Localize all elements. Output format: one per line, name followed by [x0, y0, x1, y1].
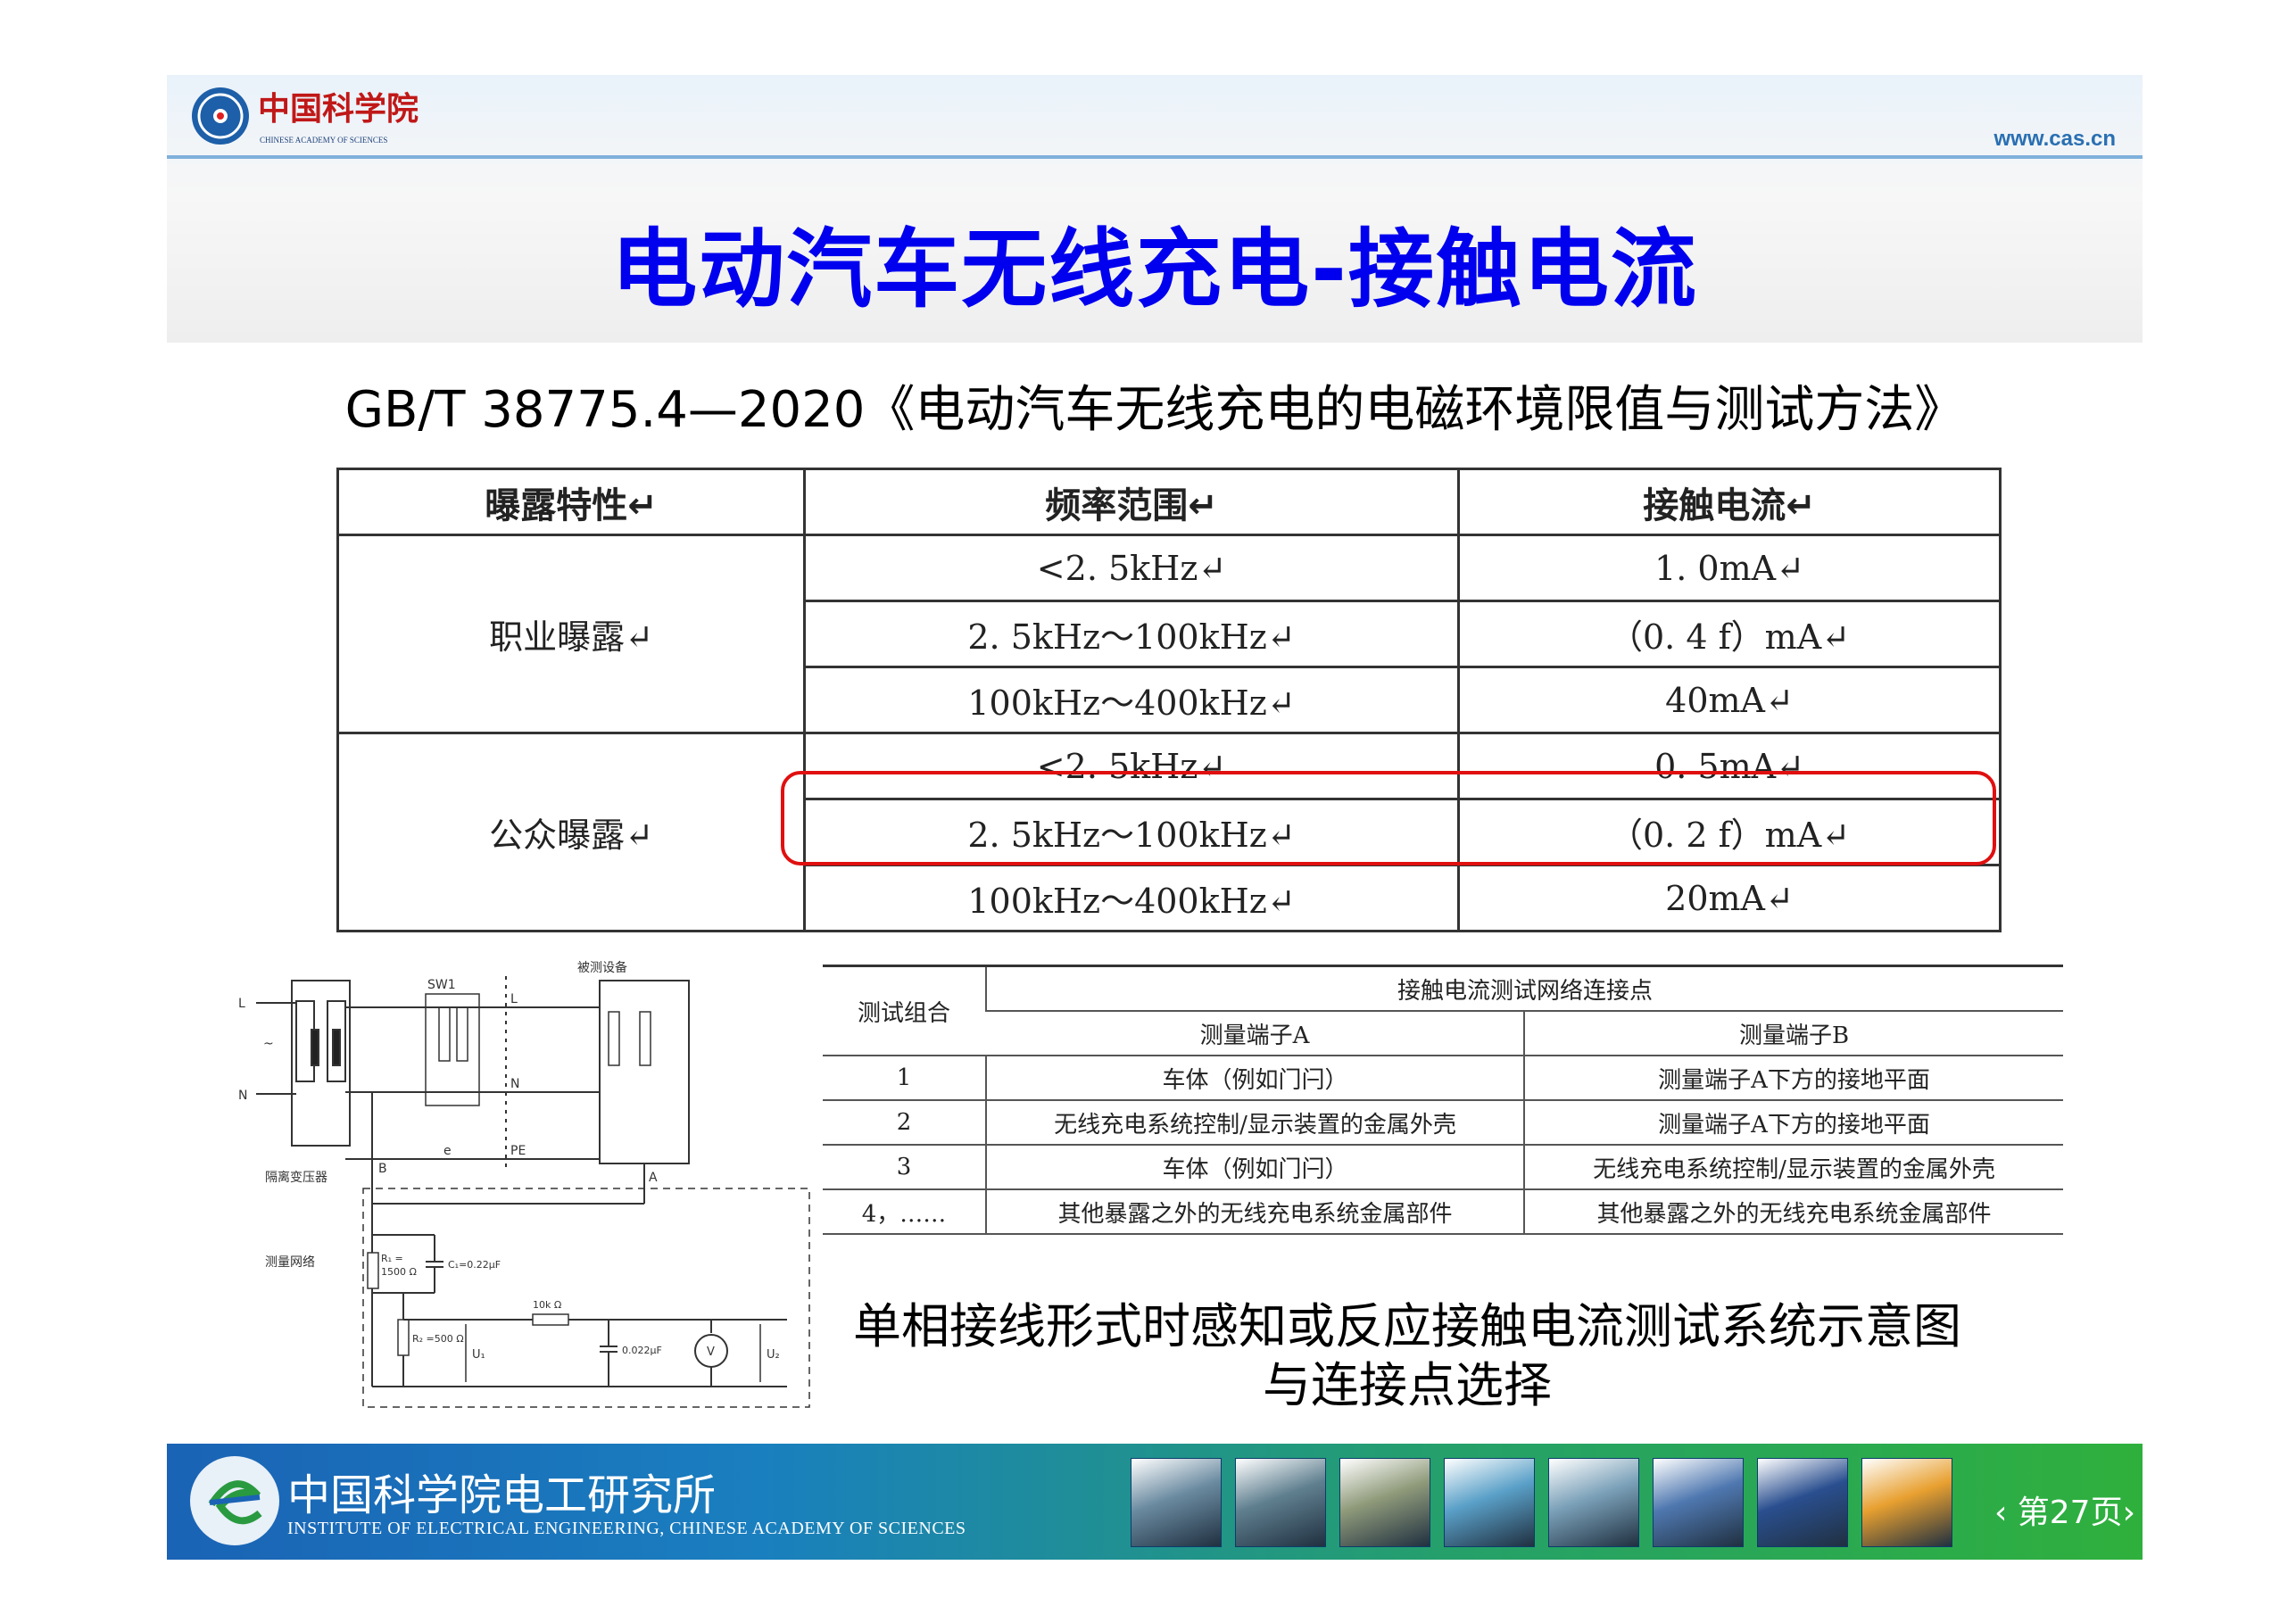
- freq-cell: 2. 5kHz～100kHz↵: [803, 600, 1460, 668]
- footer-photo-1: [1131, 1458, 1222, 1547]
- label-tilde: ~: [263, 1037, 274, 1051]
- cas-url: www.cas.cn: [1993, 127, 2117, 151]
- label-r1: R₁ =: [381, 1253, 403, 1264]
- col-header-exposure: 曝露特性↵: [336, 468, 806, 536]
- label-e: e: [443, 1144, 452, 1158]
- label-b: B: [378, 1162, 387, 1176]
- table-header-row: 测试组合 接触电流测试网络连接点: [823, 965, 2063, 1056]
- label-n: N: [510, 1077, 519, 1091]
- footer-band: 中国科学院电工研究所 INSTITUTE OF ELECTRICAL ENGIN…: [167, 1444, 2143, 1560]
- label-r1-value: 1500 Ω: [381, 1266, 417, 1278]
- cell-b: 其他暴露之外的无线充电系统金属部件: [1523, 1189, 2063, 1235]
- label-a: A: [649, 1171, 658, 1185]
- footer-photo-8: [1861, 1458, 1952, 1547]
- cell-a: 车体（例如门闩）: [985, 1145, 1524, 1190]
- figure-caption: 单相接线形式时感知或反应接触电流测试系统示意图 与连接点选择: [845, 1297, 1969, 1415]
- label-sw1: SW1: [427, 978, 456, 992]
- header-divider: [167, 155, 2143, 159]
- col-header-a: 测量端子A: [986, 1011, 1524, 1056]
- freq-cell: 100kHz～400kHz↵: [803, 864, 1460, 932]
- cell-a: 其他暴露之外的无线充电系统金属部件: [985, 1189, 1524, 1235]
- cell-b: 测量端子A下方的接地平面: [1523, 1056, 2063, 1101]
- label-pe: PE: [510, 1144, 526, 1158]
- cell-b: 无线充电系统控制/显示装置的金属外壳: [1523, 1145, 2063, 1190]
- footer-photo-7: [1757, 1458, 1848, 1547]
- freq-cell: 100kHz～400kHz↵: [803, 666, 1460, 734]
- table-row: 4，…… 其他暴露之外的无线充电系统金属部件 其他暴露之外的无线充电系统金属部件: [823, 1189, 2063, 1235]
- page-number: ‹ 第27页›: [1994, 1486, 2135, 1533]
- voltmeter-icon: V: [707, 1346, 715, 1359]
- slide-title: 电动汽车无线充电-接触电流: [611, 219, 1698, 319]
- footer-org-cn: 中国科学院电工研究所: [287, 1470, 717, 1520]
- label-u1: U₁: [472, 1348, 485, 1362]
- table-subheader-row: 测量端子A 测量端子B: [823, 1011, 2063, 1056]
- iee-logo-icon: [190, 1456, 279, 1545]
- caption-line-1: 单相接线形式时感知或反应接触电流测试系统示意图: [853, 1298, 1961, 1354]
- freq-cell: <2. 5kHz↵: [803, 534, 1460, 602]
- connection-points-table: 测试组合 接触电流测试网络连接点 测量端子A 测量端子B 1 车体（例如门闩） …: [823, 965, 2063, 1235]
- cell-id: 2: [823, 1100, 986, 1146]
- cell-id: 4，……: [823, 1189, 986, 1235]
- label-l-in: L: [238, 997, 245, 1011]
- footer-photo-5: [1548, 1458, 1639, 1547]
- cell-a: 无线充电系统控制/显示装置的金属外壳: [985, 1100, 1524, 1146]
- col-header-frequency: 频率范围↵: [803, 468, 1460, 536]
- footer-photo-3: [1339, 1458, 1430, 1547]
- label-c1: C₁=0.22μF: [448, 1259, 501, 1271]
- col-header-span: 接触电流测试网络连接点: [985, 965, 2063, 1012]
- footer-photo-6: [1653, 1458, 1744, 1547]
- current-cell: 20mA↵: [1457, 864, 2002, 932]
- highlight-box: [781, 771, 1996, 865]
- label-r2: R₂ =500 Ω: [412, 1333, 464, 1345]
- label-device: 被测设备: [577, 960, 627, 975]
- cell-id: 3: [823, 1145, 986, 1190]
- next-arrow-icon[interactable]: ›: [2123, 1495, 2135, 1531]
- col-header-current: 接触电流↵: [1457, 468, 2002, 536]
- page-label: 第27页: [2017, 1495, 2123, 1531]
- cas-logo: 中国科学院 CHINESE ACADEMY OF SCIENCES: [192, 87, 419, 145]
- label-u2: U₂: [767, 1348, 780, 1362]
- caption-line-2: 与连接点选择: [1263, 1357, 1552, 1413]
- table-row: 职业曝露↵ <2. 5kHz↵ 1. 0mA↵: [336, 534, 2002, 734]
- current-cell: （0. 4 f）mA↵: [1457, 600, 2002, 668]
- table-row: 2 无线充电系统控制/显示装置的金属外壳 测量端子A下方的接地平面: [823, 1100, 2063, 1146]
- label-transformer: 隔离变压器: [265, 1170, 327, 1185]
- label-network: 测量网络: [265, 1255, 315, 1270]
- col-header-b: 测量端子B: [1523, 1011, 2063, 1056]
- footer-org-en: INSTITUTE OF ELECTRICAL ENGINEERING, CHI…: [287, 1519, 966, 1538]
- group-label-occupational: 职业曝露↵: [336, 534, 806, 734]
- footer-photo-4: [1444, 1458, 1535, 1547]
- slide: 中国科学院 CHINESE ACADEMY OF SCIENCES www.ca…: [167, 75, 2143, 1560]
- prev-arrow-icon[interactable]: ‹: [1994, 1495, 2018, 1531]
- label-c2: 0.022μF: [622, 1345, 662, 1356]
- label-n-in: N: [238, 1089, 247, 1103]
- cas-logo-en: CHINESE ACADEMY OF SCIENCES: [260, 136, 387, 145]
- col-header-group: 测试组合: [823, 965, 986, 1056]
- table-header-row: 曝露特性↵ 频率范围↵ 接触电流↵: [336, 468, 2002, 536]
- table-row: 1 车体（例如门闩） 测量端子A下方的接地平面: [823, 1056, 2063, 1101]
- cell-id: 1: [823, 1056, 986, 1101]
- cas-logo-cn: 中国科学院: [258, 90, 419, 128]
- table-row: 3 车体（例如门闩） 无线充电系统控制/显示装置的金属外壳: [823, 1145, 2063, 1190]
- transformer-box: [291, 980, 351, 1147]
- cell-a: 车体（例如门闩）: [985, 1056, 1524, 1101]
- standard-subtitle: GB/T 38775.4—2020《电动汽车无线充电的电磁环境限值与测试方法》: [344, 381, 1965, 439]
- label-l: L: [510, 992, 518, 1006]
- device-under-test-box: [599, 980, 690, 1164]
- cell-b: 测量端子A下方的接地平面: [1523, 1100, 2063, 1146]
- footer-photo-2: [1235, 1458, 1326, 1547]
- current-cell: 40mA↵: [1457, 666, 2002, 734]
- group-label-public: 公众曝露↵: [336, 732, 806, 932]
- label-r-series: 10k Ω: [533, 1299, 561, 1311]
- current-cell: 1. 0mA↵: [1457, 534, 2002, 602]
